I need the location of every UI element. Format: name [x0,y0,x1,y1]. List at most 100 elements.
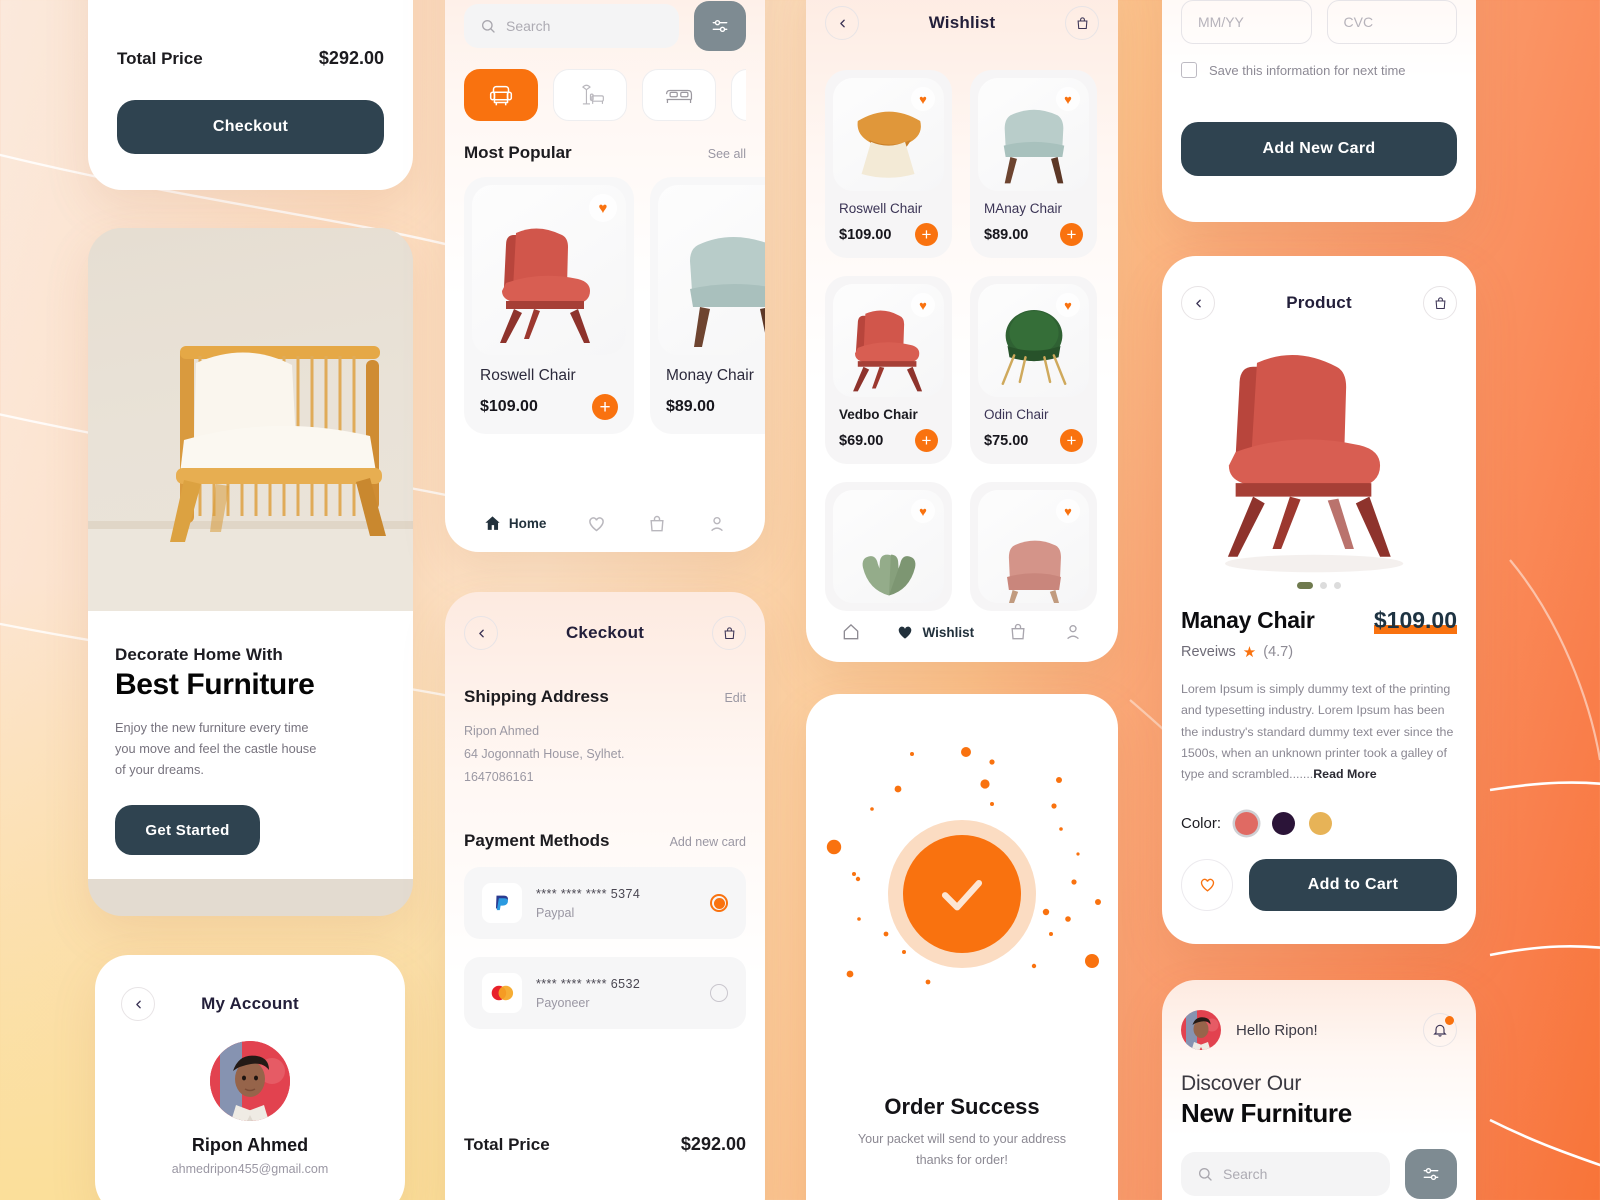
wishlist-item[interactable]: ♥ Roswell Chair $109.00 + [825,70,952,258]
back-icon[interactable] [1181,286,1215,320]
add-to-cart-icon[interactable]: + [915,429,938,452]
color-swatch[interactable] [1272,811,1296,835]
favorite-icon[interactable]: ♥ [1056,293,1080,317]
back-icon[interactable] [464,616,498,650]
back-icon[interactable] [825,6,859,40]
favorite-icon[interactable]: ♥ [911,87,935,111]
expiry-input[interactable]: MM/YY [1181,0,1312,44]
add-to-cart-button[interactable]: Add to Cart [1249,858,1457,911]
wishlist-item[interactable]: ♥ [825,482,952,611]
product-name: Roswell Chair [480,367,576,384]
back-icon[interactable] [121,987,155,1021]
carousel-dot[interactable] [1334,582,1341,589]
get-started-button[interactable]: Get Started [115,805,260,856]
bottom-nav-bag-icon[interactable] [647,514,667,534]
bottom-nav-wishlist[interactable]: Wishlist [895,622,974,642]
favorite-icon[interactable]: ♥ [1056,87,1080,111]
account-title: My Account [201,994,299,1013]
checkout-title: Ckeckout [565,623,645,642]
bottom-nav-bag-icon[interactable] [1008,622,1028,642]
color-swatch-selected[interactable] [1235,811,1259,835]
payment-radio-selected[interactable] [710,894,728,913]
bag-icon[interactable] [1065,6,1099,40]
hero-title: Best Furniture [115,668,315,701]
read-more-link[interactable]: Read More [1313,767,1376,781]
card-number: **** **** **** 6532 [536,976,641,991]
favorite-icon[interactable]: ♥ [911,499,935,523]
add-to-cart-icon[interactable]: + [1060,429,1083,452]
bottom-nav-home-label: Home [508,516,547,531]
payment-radio[interactable] [710,984,728,1003]
add-to-cart-icon[interactable]: + [592,394,618,420]
bottom-nav-profile-icon[interactable] [1063,622,1083,642]
checkout-total-label: Total Price [464,1134,550,1154]
account-name: Ripon Ahmed [191,1135,309,1155]
add-to-cart-icon[interactable]: + [915,223,938,246]
most-popular-heading: Most Popular [464,143,572,162]
product-hero-image [1162,328,1476,580]
mastercard-icon [482,973,522,1014]
favorite-icon[interactable]: ♥ [589,194,617,222]
cart-summary-card: Total Price $292.00 Checkout [88,0,413,190]
product-card[interactable]: Monay Chair $89.00 + [650,177,765,434]
add-new-card-link[interactable]: Add new card [670,835,746,849]
discover-line: Discover Our [1181,1072,1302,1095]
add-new-card-button[interactable]: Add New Card [1181,122,1457,176]
cvc-input[interactable]: CVC [1326,0,1457,44]
shipping-address-heading: Shipping Address [464,687,609,706]
checkout-button[interactable]: Checkout [117,100,384,154]
wishlist-item[interactable]: ♥ [970,482,1097,611]
save-info-checkbox[interactable] [1181,62,1197,78]
wishlist-item[interactable]: ♥ Odin Chair $75.00 + [970,276,1097,464]
product-card[interactable]: ♥ Roswell Chair $109.00 + [464,177,634,434]
image-carousel-dots[interactable] [1162,582,1476,589]
bottom-nav-wishlist-icon[interactable] [586,513,607,534]
notification-bell-icon[interactable] [1423,1013,1457,1047]
search-input[interactable]: Search [464,4,679,48]
wishlist-item[interactable]: ♥ MAnay Chair $89.00 + [970,70,1097,258]
product-price: $75.00 [984,432,1029,449]
color-label: Color: [1181,814,1222,832]
avatar[interactable] [1181,1010,1221,1050]
bag-icon[interactable] [1423,286,1457,320]
bottom-nav-profile-icon[interactable] [707,514,727,534]
color-swatch[interactable] [1309,811,1333,835]
order-success-title: Order Success [884,1094,1040,1119]
filter-icon[interactable] [1405,1149,1457,1199]
product-thumbnail: ♥ [978,78,1089,191]
category-lamp-sofa[interactable] [553,69,627,121]
category-armchair[interactable] [464,69,538,121]
search-input[interactable]: Search [1181,1152,1390,1196]
card-number: **** **** **** 5374 [536,886,641,901]
favorite-icon[interactable]: ♥ [911,293,935,317]
category-bed[interactable] [642,69,716,121]
wishlist-item[interactable]: ♥ Vedbo Chair $69.00 + [825,276,952,464]
save-info-label: Save this information for next time [1209,62,1406,78]
hero-text-panel: Decorate Home With Best Furniture Enjoy … [88,611,413,879]
product-screen-title: Product [1286,293,1352,312]
see-all-link[interactable]: See all [708,147,746,161]
bottom-nav-home-icon[interactable] [841,622,861,642]
my-account-card: My Account Ripon Ahmed ahmedripon455@gma… [95,955,405,1200]
favorite-icon[interactable]: ♥ [1056,499,1080,523]
onboarding-hero-card: Decorate Home With Best Furniture Enjoy … [88,228,413,916]
payment-methods-heading: Payment Methods [464,831,610,851]
total-price-label: Total Price [117,48,203,68]
bag-icon[interactable] [712,616,746,650]
favorite-button[interactable] [1181,858,1233,911]
product-thumbnail: ♥ [833,490,944,603]
rating-value: (4.7) [1263,644,1294,660]
order-success-message: Your packet will send to your address th… [857,1132,1067,1168]
edit-address-link[interactable]: Edit [724,691,746,705]
product-price: $109.00 [480,398,538,415]
filter-icon[interactable] [694,1,746,51]
bottom-nav-home[interactable]: Home [483,514,547,533]
carousel-dot[interactable] [1320,582,1327,589]
category-shelf[interactable] [731,69,746,121]
payment-method-row[interactable]: **** **** **** 6532 Payoneer [464,957,746,1030]
notification-dot [1445,1016,1454,1025]
carousel-dot-active[interactable] [1297,582,1313,589]
payment-method-row[interactable]: **** **** **** 5374 Paypal [464,867,746,940]
new-furniture-line: New Furniture [1181,1098,1352,1128]
add-to-cart-icon[interactable]: + [1060,223,1083,246]
